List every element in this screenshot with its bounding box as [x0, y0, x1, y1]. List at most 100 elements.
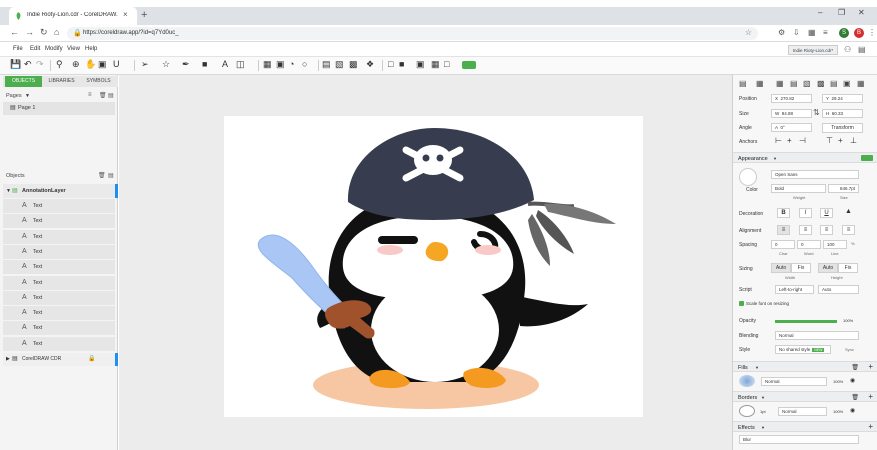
fill-swatch-icon[interactable] — [739, 375, 755, 387]
add-fill-icon[interactable]: + — [868, 362, 873, 371]
arrange-icon[interactable]: ▩ — [349, 59, 358, 70]
pan-icon[interactable]: ✋ — [85, 59, 96, 70]
front-minus-back-icon[interactable]: □ — [444, 59, 449, 69]
menu-modify[interactable]: Modify — [45, 46, 63, 52]
chevron-down-icon[interactable]: ▼ — [25, 93, 30, 99]
view-mode-icon[interactable]: ▣ — [98, 59, 107, 70]
tab-objects[interactable]: OBJECTS — [5, 76, 42, 87]
frame-tool-icon[interactable]: ◫ — [236, 59, 245, 70]
bold-button[interactable]: B — [777, 208, 790, 218]
color-well-icon[interactable] — [739, 168, 757, 186]
simplify-icon[interactable]: ▦ — [431, 59, 440, 70]
object-row-text[interactable]: A Text — [3, 336, 115, 352]
browser-menu-icon[interactable]: ⋮ — [868, 28, 876, 37]
add-page-icon[interactable]: ≡ — [88, 92, 92, 98]
fill-mode-select[interactable]: Normal — [761, 377, 827, 386]
position-x-input[interactable]: X 270.82 — [771, 94, 812, 103]
border-width[interactable]: 1pt — [760, 409, 766, 414]
download-icon[interactable]: ⇩ — [793, 28, 800, 37]
object-row-text[interactable]: A Text — [3, 306, 115, 322]
object-row-text[interactable]: A Text — [3, 229, 115, 245]
menu-help[interactable]: Help — [85, 46, 97, 52]
delete-object-icon[interactable]: 🗑 — [98, 172, 106, 179]
anchor-left-icon[interactable]: ⊢ — [775, 136, 782, 145]
border-swatch-icon[interactable] — [739, 405, 755, 417]
anchor-right-icon[interactable]: ⊣ — [799, 136, 806, 145]
ungroup-icon[interactable]: ▣ — [276, 59, 285, 70]
forward-arrow-icon[interactable]: → — [25, 27, 34, 37]
effect-select[interactable]: Blur — [739, 435, 859, 444]
width-fix-button[interactable]: Fix — [791, 263, 811, 273]
position-y-input[interactable]: Y 29.24 — [822, 94, 863, 103]
char-spacing-input[interactable]: 0 — [771, 240, 795, 249]
height-auto-button[interactable]: Auto — [818, 263, 838, 273]
redo-icon[interactable]: ↷ — [36, 59, 44, 70]
tab-symbols[interactable]: SYMBOLS — [80, 76, 117, 87]
align-icon[interactable]: ▤ — [322, 59, 331, 70]
align-center-icon[interactable]: ▧ — [803, 79, 811, 88]
font-weight-select[interactable]: Bold — [771, 184, 826, 193]
save-icon[interactable]: 💾 — [10, 59, 21, 70]
shared-style-select[interactable]: No shared style NEW — [775, 345, 831, 354]
height-fix-button[interactable]: Fix — [838, 263, 858, 273]
script-auto-select[interactable]: Auto — [818, 285, 859, 294]
text-tool-icon[interactable]: A — [222, 59, 228, 69]
delete-page-icon[interactable]: 🗑 — [99, 92, 107, 99]
duplicate-page-icon[interactable]: ▤ — [108, 92, 114, 99]
fills-section-header[interactable]: Fills ▼ 🗑 + — [733, 361, 877, 372]
align-top-icon[interactable]: ▤ — [739, 79, 747, 88]
italic-button[interactable]: I — [799, 208, 812, 218]
back-arrow-icon[interactable]: ← — [10, 27, 19, 37]
object-row-text[interactable]: A Text — [3, 214, 115, 230]
menu-edit[interactable]: Edit — [30, 46, 40, 52]
object-row-text[interactable]: A Text — [3, 275, 115, 291]
intersect-icon[interactable]: ▣ — [416, 59, 425, 70]
spacing-icon[interactable]: ▦ — [857, 79, 865, 88]
trim-icon[interactable]: ■ — [399, 59, 404, 69]
bookmark-star-icon[interactable]: ☆ — [745, 28, 752, 37]
decoration-more-icon[interactable]: ▲ — [845, 208, 852, 215]
text-align-center-icon[interactable]: ≡ — [799, 225, 812, 235]
appearance-toggle-icon[interactable] — [861, 155, 873, 161]
text-align-left-icon[interactable]: ≡ — [777, 225, 790, 235]
sync-label[interactable]: Sync — [845, 347, 854, 352]
distribute-icon[interactable]: ▧ — [335, 59, 344, 70]
distribute-v-icon[interactable]: ▣ — [843, 79, 851, 88]
fills-delete-icon[interactable]: 🗑 — [851, 364, 859, 371]
reload-icon[interactable]: ↻ — [40, 27, 48, 38]
size-w-input[interactable]: W 94.88 — [771, 109, 812, 118]
anchor-bottom-icon[interactable]: ⊥ — [850, 136, 857, 145]
fill-tool-icon[interactable]: ■ — [202, 59, 207, 69]
break-apart-icon[interactable]: ○ — [302, 59, 307, 69]
font-size-input[interactable]: 846.7pt — [828, 184, 859, 193]
text-align-right-icon[interactable]: ≡ — [820, 225, 833, 235]
undo-icon[interactable]: ↶ — [24, 59, 32, 70]
new-layer-icon[interactable]: ▤ — [108, 172, 114, 179]
width-auto-button[interactable]: Auto — [771, 263, 791, 273]
borders-delete-icon[interactable]: 🗑 — [851, 394, 859, 401]
extensions-icon[interactable]: ⚙ — [778, 28, 785, 37]
border-mode-select[interactable]: Normal — [778, 407, 827, 416]
pen-tool-icon[interactable]: ✒ — [182, 59, 190, 70]
menu-file[interactable]: File — [13, 46, 23, 52]
pick-tool-icon[interactable]: ➢ — [141, 59, 149, 70]
word-spacing-input[interactable]: 0 — [797, 240, 821, 249]
effects-section-header[interactable]: Effects ▼ + — [733, 421, 877, 432]
border-visibility-icon[interactable]: ◉ — [850, 407, 855, 414]
snap-magnet-icon[interactable]: U — [113, 59, 120, 69]
puzzle-icon[interactable]: ▦ — [808, 28, 816, 37]
document-chip[interactable]: Indie Rioty-Lion.cdr* — [788, 45, 838, 55]
browser-tab[interactable]: Indie Rioty-Lion.cdr - CorelDRAW. × — [9, 7, 137, 25]
close-tab-icon[interactable]: × — [123, 10, 128, 19]
combine-icon[interactable]: ◔ — [289, 59, 294, 69]
size-h-input[interactable]: H 60.33 — [822, 109, 863, 118]
angle-input[interactable]: A 0° — [771, 123, 812, 132]
add-border-icon[interactable]: + — [868, 392, 873, 401]
weld-icon[interactable]: □ — [388, 59, 393, 69]
script-direction-select[interactable]: Left-to-right — [775, 285, 814, 294]
font-family-select[interactable]: Open Sans — [771, 170, 859, 179]
expand-arrow-icon[interactable]: ▼ — [6, 188, 11, 194]
media-icon[interactable]: ≡ — [823, 28, 828, 37]
add-effect-icon[interactable]: + — [868, 422, 873, 431]
close-window-icon[interactable]: ✕ — [858, 8, 865, 17]
